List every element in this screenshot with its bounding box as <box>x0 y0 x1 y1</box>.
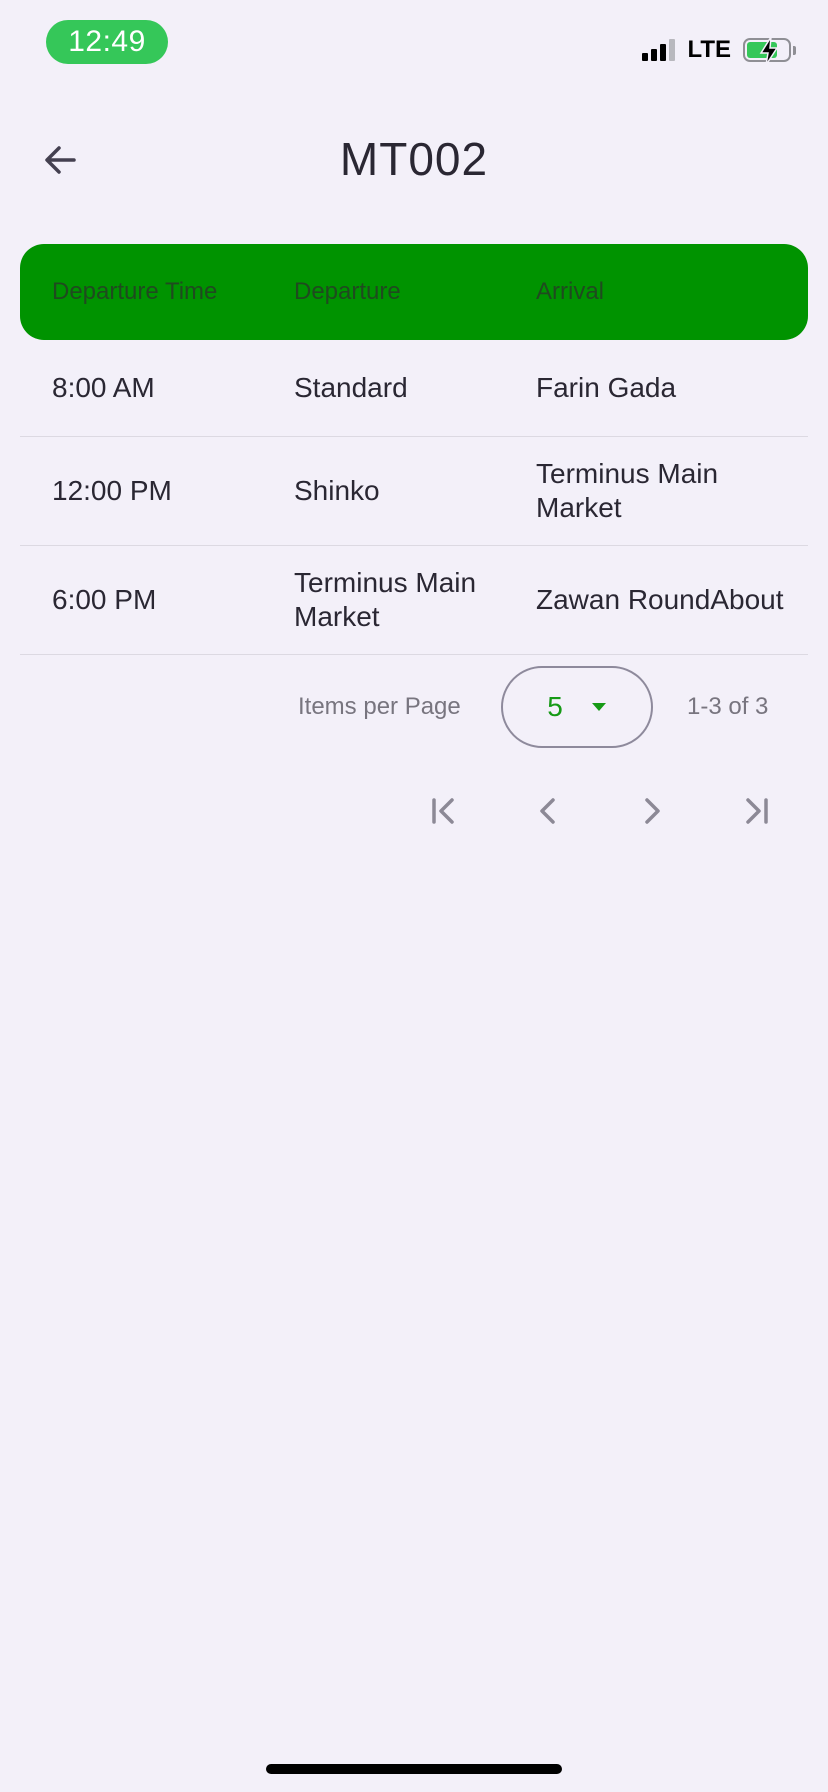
next-page-icon <box>645 798 660 824</box>
home-indicator[interactable] <box>266 1764 562 1774</box>
page-navigation <box>0 786 828 836</box>
network-type: LTE <box>687 36 731 63</box>
cell-departure-time: 6:00 PM <box>52 584 157 615</box>
status-indicators: LTE <box>642 36 796 66</box>
status-bar: 12:49 LTE <box>0 0 828 100</box>
first-page-icon <box>432 798 454 824</box>
cell-departure-time: 8:00 AM <box>52 372 155 403</box>
schedule-table: Departure Time Departure Arrival 8:00 AM… <box>20 244 808 655</box>
cell-departure-time: 12:00 PM <box>52 475 172 506</box>
items-per-page-label: Items per Page <box>298 693 461 720</box>
cell-arrival: Zawan RoundAbout <box>536 584 784 615</box>
next-page-button[interactable] <box>627 786 677 836</box>
last-page-button[interactable] <box>731 786 781 836</box>
table-row[interactable]: 6:00 PM Terminus Main Market Zawan Round… <box>20 546 808 655</box>
cell-arrival: Terminus Main Market <box>536 458 719 523</box>
column-header-departure[interactable]: Departure <box>261 278 503 306</box>
column-header-departure-time[interactable]: Departure Time <box>20 278 261 306</box>
table-row[interactable]: 8:00 AM Standard Farin Gada <box>20 340 808 437</box>
last-page-icon <box>746 798 768 824</box>
first-page-button[interactable] <box>419 786 469 836</box>
cell-arrival: Farin Gada <box>536 372 677 403</box>
table-row[interactable]: 12:00 PM Shinko Terminus Main Market <box>20 437 808 546</box>
page-size-select[interactable]: 5 <box>501 666 653 748</box>
pagination-bar: Items per Page 5 1-3 of 3 <box>0 666 828 750</box>
column-header-arrival[interactable]: Arrival <box>503 278 808 306</box>
status-time: 12:49 <box>46 20 168 64</box>
app-bar: MT002 <box>0 110 828 210</box>
cell-departure: Standard <box>294 372 408 403</box>
table-header: Departure Time Departure Arrival <box>20 244 808 340</box>
battery-tip <box>793 45 796 55</box>
page-size-value: 5 <box>547 691 563 722</box>
battery-charging-icon <box>743 36 791 66</box>
previous-page-button[interactable] <box>523 786 573 836</box>
cell-departure: Shinko <box>294 475 380 506</box>
page-title: MT002 <box>339 133 489 185</box>
cell-departure: Terminus Main Market <box>294 567 477 632</box>
caret-down-icon <box>591 703 606 711</box>
page-range-text: 1-3 of 3 <box>687 693 769 720</box>
signal-icon <box>642 39 676 61</box>
previous-page-icon <box>540 798 555 824</box>
